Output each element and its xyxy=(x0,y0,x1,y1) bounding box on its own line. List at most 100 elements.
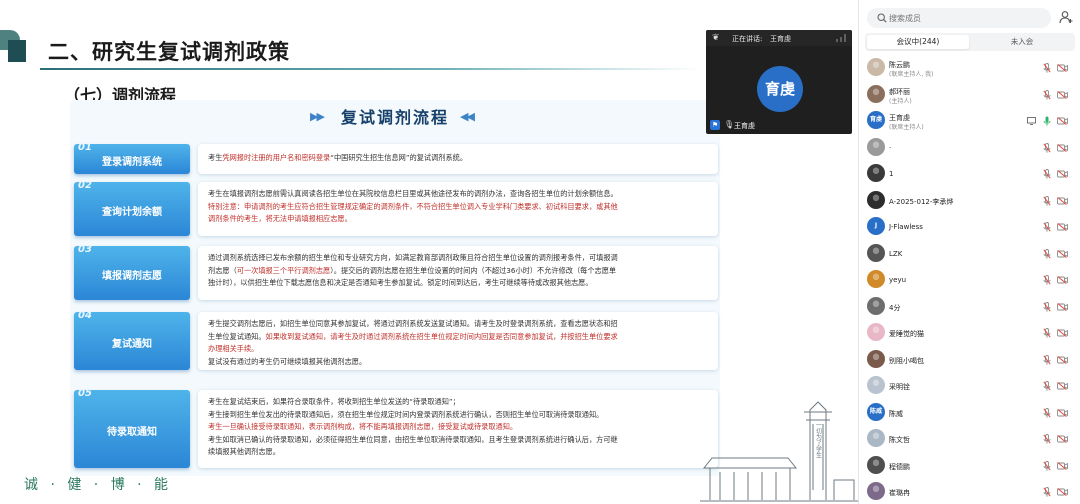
mic-muted-icon[interactable] xyxy=(1043,169,1051,179)
tab-in-meeting[interactable]: 会议中(244) xyxy=(867,35,969,49)
member-row[interactable]: 陈云鹏 (联席主持人, 我) xyxy=(859,56,1080,82)
motto: 诚 · 健 · 博 · 能 xyxy=(24,477,173,493)
active-speaker-video[interactable]: ❦ 正在讲话: 王育虔 育虔 ⚑ 🎙 王育虔 xyxy=(706,30,852,134)
member-name: 程德鹏 xyxy=(889,462,910,471)
step-label: 待录取通知 xyxy=(107,427,157,438)
member-row[interactable]: 程德鹏 xyxy=(859,454,1080,480)
search-icon xyxy=(877,13,887,23)
camera-off-icon[interactable] xyxy=(1057,382,1068,390)
camera-off-icon[interactable] xyxy=(1057,408,1068,417)
step-text-line: 续填报其他调剂志愿。 xyxy=(208,446,708,459)
mic-muted-icon[interactable] xyxy=(1043,487,1051,497)
camera-off-icon[interactable] xyxy=(1057,435,1068,443)
step-text-line: 生单位复试通知。如果收到复试通知，请考生及时通过调剂系统在招生单位规定时间内回复… xyxy=(208,331,708,344)
camera-off-icon[interactable] xyxy=(1057,355,1068,364)
member-avatar xyxy=(867,349,885,368)
campus-building-illustration: 一切为了学生 xyxy=(700,401,858,502)
camera-off-icon[interactable] xyxy=(1057,249,1068,258)
step-text: 通过调剂系统选择已发布余额的招生单位和专业研究方向，如满足教育部调剂政策且符合招… xyxy=(208,253,618,262)
step-badge: 04 复试通知 xyxy=(74,310,190,370)
step-text: 可一次填报三个平行调剂志愿 xyxy=(236,265,331,275)
step-text-line: 考生一旦确认接受待录取通知，表示调剂构成，将不能再填报调剂志愿，接受复试或待录取… xyxy=(208,421,708,434)
mic-muted-icon[interactable] xyxy=(1043,328,1051,338)
mic-muted-icon[interactable] xyxy=(1043,142,1051,153)
member-row[interactable]: 育虔 王育虔 (联席主持人) xyxy=(859,109,1080,135)
member-row[interactable]: 采明铨 xyxy=(859,374,1080,400)
member-name: 别阻小喝包 xyxy=(889,356,924,365)
member-avatar xyxy=(867,270,885,288)
member-row[interactable]: 爱睡觉的猫 xyxy=(859,321,1080,347)
member-row[interactable]: A-2025-012-李承烨 xyxy=(859,189,1080,215)
camera-off-icon[interactable] xyxy=(1057,117,1068,125)
member-avatar xyxy=(867,429,885,447)
mic-muted-icon[interactable] xyxy=(1043,460,1051,471)
flow-title: 复试调剂流程 xyxy=(340,108,449,127)
step-number: 04 xyxy=(78,310,92,321)
member-search[interactable] xyxy=(867,8,1051,28)
camera-off-icon[interactable] xyxy=(1057,170,1068,178)
mic-muted-icon[interactable] xyxy=(1043,381,1051,391)
step-text: 考生一旦确认接受待录取通知，表示调剂构成，将不能再填报调剂志愿，接受复试或待录取… xyxy=(208,422,518,431)
member-row[interactable]: 1 xyxy=(859,162,1080,188)
member-row[interactable]: · xyxy=(859,136,1080,162)
camera-off-icon[interactable] xyxy=(1057,223,1068,231)
member-row[interactable]: 陈文哲 xyxy=(859,427,1080,453)
tab-not-joined[interactable]: 未入会 xyxy=(971,35,1073,49)
member-row[interactable]: J J-Flawless xyxy=(859,215,1080,241)
member-avatar: 陈威 xyxy=(867,402,885,421)
search-input[interactable] xyxy=(889,11,1039,25)
camera-off-icon[interactable] xyxy=(1057,302,1068,311)
member-avatar xyxy=(867,455,885,474)
step-text-line: 通过调剂系统选择已发布余额的招生单位和专业研究方向，如满足教育部调剂政策且符合招… xyxy=(208,252,708,265)
camera-off-icon[interactable] xyxy=(1057,461,1068,470)
mic-muted-icon[interactable] xyxy=(1043,248,1051,259)
camera-off-icon[interactable] xyxy=(1057,196,1068,205)
camera-off-icon[interactable] xyxy=(1057,488,1068,496)
camera-off-icon[interactable] xyxy=(1057,329,1068,337)
member-row[interactable]: 郝环丽 (主持人) xyxy=(859,83,1080,109)
member-row[interactable]: yeyu xyxy=(859,268,1080,294)
mic-muted-icon[interactable] xyxy=(1043,89,1051,100)
member-row[interactable]: 崔璐冉 xyxy=(859,480,1080,504)
step-text-line: 独计时），以供招生单位下载志愿信息和决定是否通知考生参加复试。锁定时间到达后，考… xyxy=(208,277,708,290)
mic-muted-icon[interactable] xyxy=(1043,354,1051,365)
member-name: · xyxy=(889,143,892,152)
member-avatar xyxy=(867,376,885,394)
step-text-line: 考生在填报调剂志愿前需认真阅读各招生单位在其院校信息栏目里或其他途径发布的调剂办… xyxy=(208,188,708,201)
member-row[interactable]: 4分 xyxy=(859,295,1080,321)
member-tabs: 会议中(244) 未入会 xyxy=(865,33,1075,51)
step-text: 考生 xyxy=(208,153,223,162)
member-row[interactable]: 陈威 陈威 xyxy=(859,401,1080,427)
step-text: 如果收到复试通知，请考生及时通过调剂系统在招生单位规定时间内回复是否同意参加复试… xyxy=(265,331,618,341)
mic-muted-icon[interactable] xyxy=(1043,63,1051,73)
video-participant-name: 王育虔 xyxy=(734,122,755,130)
mic-muted-icon[interactable] xyxy=(1043,195,1051,206)
step-badge: 05 待录取通知 xyxy=(74,388,190,468)
mic-muted-icon[interactable] xyxy=(1043,222,1051,232)
invite-member-icon[interactable] xyxy=(1059,10,1073,24)
mic-muted-icon[interactable] xyxy=(1043,301,1051,312)
mic-muted-icon[interactable] xyxy=(1043,407,1051,418)
step-text: 考生提交调剂志愿后，如招生单位同意其参加复试，将通过调剂系统发送复试通知。请考生… xyxy=(208,319,618,328)
video-header: ❦ 正在讲话: 王育虔 xyxy=(706,30,852,46)
member-name: 陈威 xyxy=(889,409,903,418)
camera-off-icon[interactable] xyxy=(1057,64,1068,72)
flow-step: 01 登录调剂系统 考生凭网报时注册的用户名和密码登录“中国研究生招生信息网”的复试… xyxy=(74,142,718,176)
member-row[interactable]: LZK xyxy=(859,242,1080,268)
member-name: 爱睡觉的猫 xyxy=(889,330,924,338)
mic-on-icon[interactable] xyxy=(1043,116,1051,126)
flow-step: 02 查询计划余额 考生在填报调剂志愿前需认真阅读各招生单位在其院校信息栏目里或其他… xyxy=(74,180,718,240)
flow-step: 04 复试通知 考生提交调剂志愿后，如招生单位同意其参加复试，将通过调剂系统发送复试… xyxy=(74,310,718,384)
camera-off-icon[interactable] xyxy=(1057,143,1068,152)
member-row[interactable]: 别阻小喝包 xyxy=(859,348,1080,374)
camera-off-icon[interactable] xyxy=(1057,276,1068,284)
corner-decoration xyxy=(0,30,26,66)
member-avatar xyxy=(867,482,885,500)
mic-muted-icon[interactable] xyxy=(1043,275,1051,285)
screen-share-icon xyxy=(1027,117,1036,125)
camera-off-icon[interactable] xyxy=(1057,90,1068,99)
step-number: 02 xyxy=(78,180,92,191)
step-text-line: 办理相关手续。 xyxy=(208,343,708,356)
mic-muted-icon[interactable] xyxy=(1043,434,1051,444)
step-number: 01 xyxy=(78,142,92,153)
